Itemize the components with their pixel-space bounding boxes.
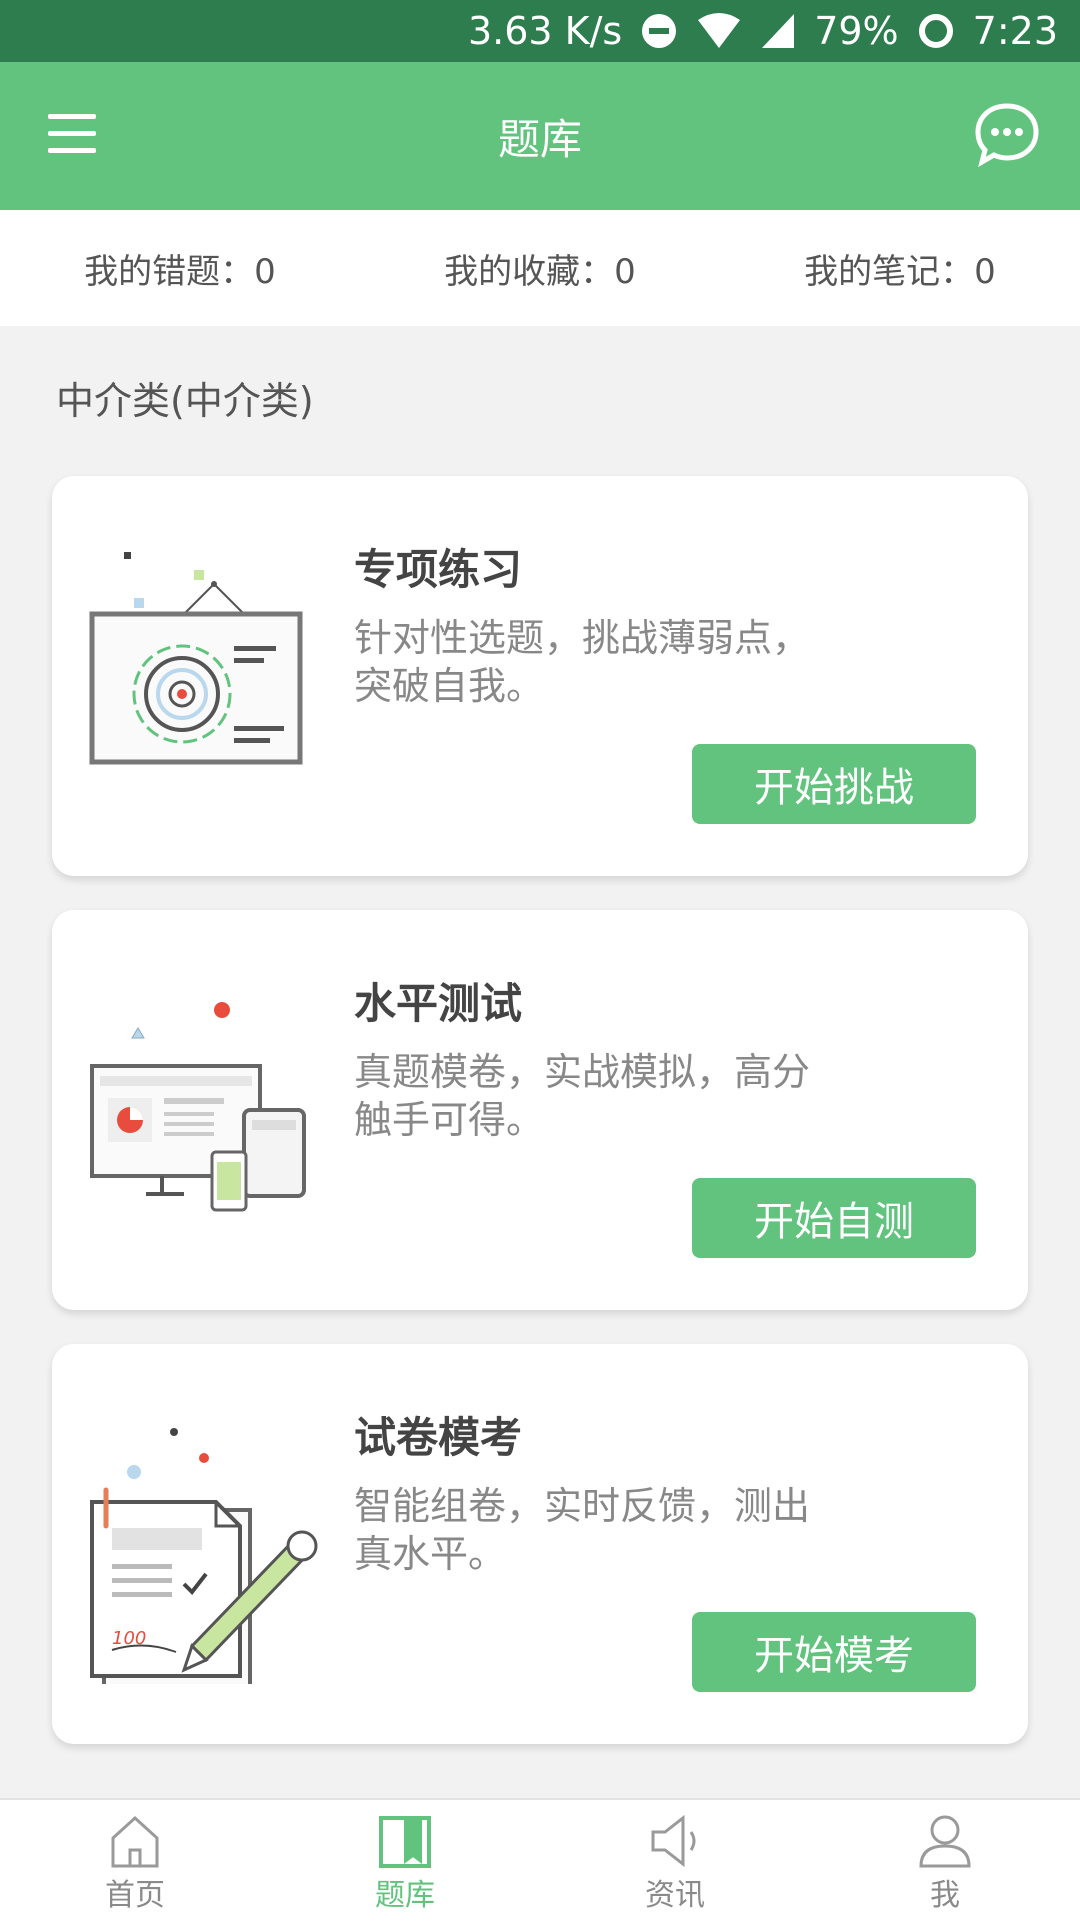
home-icon — [105, 1812, 165, 1870]
stats-row: 我的错题：0 我的收藏：0 我的笔记：0 — [0, 210, 1080, 326]
tab-label: 资讯 — [645, 1878, 705, 1913]
tab-question-bank[interactable]: 题库 — [270, 1800, 540, 1922]
tab-profile[interactable]: 我 — [810, 1800, 1080, 1922]
category-title: 中介类(中介类) — [56, 379, 314, 423]
card-title: 试卷模考 — [354, 1413, 523, 1462]
level-test-card: 水平测试 真题模卷，实战模拟，高分 触手可得。 开始自测 — [52, 910, 1028, 1310]
start-challenge-button[interactable]: 开始挑战 — [692, 744, 976, 824]
network-speed: 3.63 K/s — [467, 9, 623, 53]
question-bank-icon — [375, 1812, 435, 1870]
message-icon[interactable] — [974, 102, 1040, 168]
card-description: 针对性选题，挑战薄弱点， 突破自我。 — [354, 616, 811, 708]
bottom-tab-bar: 首页 题库 资讯 我 — [0, 1798, 1080, 1922]
tab-label: 我 — [930, 1878, 960, 1913]
do-not-disturb-icon — [640, 12, 678, 50]
tab-label: 首页 — [105, 1878, 165, 1913]
clock: 7:23 — [972, 9, 1058, 53]
exam-paper-pen-illustration: 100 — [84, 1414, 334, 1690]
devices-illustration — [84, 980, 334, 1250]
menu-icon[interactable] — [48, 112, 98, 156]
battery-percent: 79% — [814, 9, 899, 53]
wrong-questions-link[interactable]: 我的错题：0 — [0, 244, 360, 293]
news-speaker-icon — [645, 1812, 705, 1870]
wifi-icon — [696, 12, 742, 50]
card-description: 真题模卷，实战模拟，高分 触手可得。 — [354, 1050, 811, 1142]
app-header: 题库 — [0, 62, 1080, 210]
battery-ring-icon — [917, 12, 955, 50]
favorites-link[interactable]: 我的收藏：0 — [360, 244, 720, 293]
tab-label: 题库 — [375, 1878, 435, 1913]
start-mock-exam-button[interactable]: 开始模考 — [692, 1612, 976, 1692]
profile-icon — [915, 1812, 975, 1870]
notes-link[interactable]: 我的笔记：0 — [720, 244, 1080, 293]
start-self-test-button[interactable]: 开始自测 — [692, 1178, 976, 1258]
whiteboard-target-illustration — [84, 546, 334, 816]
status-bar: 3.63 K/s 79% 7:23 — [0, 0, 1080, 62]
practice-card: 专项练习 针对性选题，挑战薄弱点， 突破自我。 开始挑战 — [52, 476, 1028, 876]
tab-home[interactable]: 首页 — [0, 1800, 270, 1922]
card-title: 专项练习 — [354, 545, 523, 594]
card-description: 智能组卷，实时反馈，测出 真水平。 — [354, 1484, 811, 1576]
page-title: 题库 — [497, 114, 582, 164]
card-title: 水平测试 — [354, 979, 523, 1028]
signal-icon — [760, 12, 796, 50]
mock-exam-card: 100 试卷模考 智能组卷，实时反馈，测出 真水平。 开始模考 — [52, 1344, 1028, 1744]
tab-news[interactable]: 资讯 — [540, 1800, 810, 1922]
